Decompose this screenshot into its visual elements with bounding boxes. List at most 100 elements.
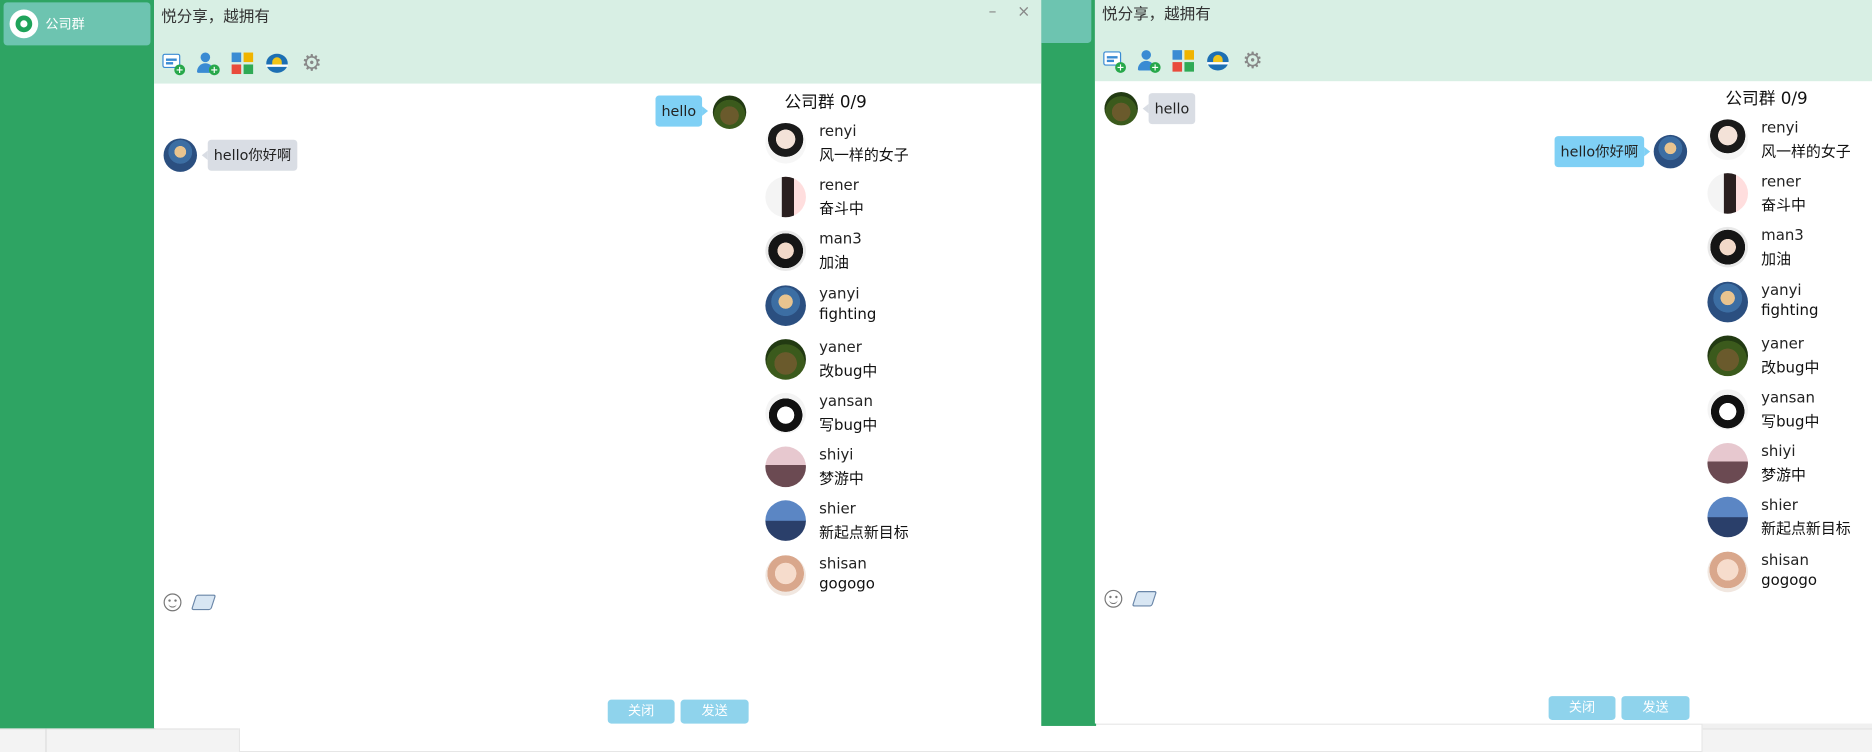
avatar (1707, 551, 1749, 592)
member-signature: 改bug中 (1761, 357, 1820, 376)
member-name: shier (819, 499, 856, 518)
chat-window-right: 悦分享，越拥有 + + ⚙ hello hello你好啊 公司群 0/9 ren… (1094, 0, 1872, 724)
avatar (765, 392, 806, 434)
folder-icon[interactable] (1131, 591, 1158, 607)
avatar (765, 500, 806, 542)
sidebar-item-label: 公司群 (45, 16, 85, 33)
member-signature: 风一样的女子 (1761, 142, 1851, 160)
member-list-item[interactable]: yansan 写bug中 (765, 390, 1004, 438)
member-signature: 梦游中 (819, 469, 864, 488)
member-list-item[interactable]: man3 加油 (1707, 225, 1872, 273)
member-signature: fighting (1761, 300, 1819, 319)
member-signature: 奋斗中 (819, 199, 864, 218)
member-list-item[interactable]: renyi 风一样的女子 (1707, 117, 1872, 165)
background-sidebar-item (1041, 0, 1092, 43)
message-bubble: hello (655, 95, 709, 127)
member-name: yansan (819, 391, 873, 410)
avatar (1104, 91, 1138, 126)
member-name: renyi (819, 121, 857, 140)
folder-icon[interactable] (190, 594, 217, 611)
avatar (1707, 227, 1749, 268)
member-list-item[interactable]: yanyi fighting (1707, 279, 1872, 327)
cap-icon[interactable] (265, 51, 289, 75)
member-list-item[interactable]: shiyi 梦游中 (765, 444, 1004, 492)
desktop: 公司群 悦分享，越拥有 – × + + ⚙ hello hello你好啊 公司群… (0, 0, 1872, 752)
member-signature: gogogo (819, 573, 875, 592)
avatar (1707, 497, 1749, 538)
new-chat-icon[interactable]: + (161, 51, 186, 76)
member-list-item[interactable]: shiyi 梦游中 (1707, 441, 1872, 489)
avatar (163, 138, 198, 172)
message-bubble: hello你好啊 (1554, 136, 1651, 168)
member-signature: 奋斗中 (1761, 196, 1806, 214)
toolbar: + + ⚙ (1102, 49, 1264, 73)
avatar (1707, 173, 1749, 214)
cap-icon[interactable] (1206, 49, 1230, 73)
member-list-item[interactable]: shier 新起点新目标 (1707, 495, 1872, 543)
avatar (1707, 335, 1749, 376)
member-list-title: 公司群 0/9 (784, 93, 867, 113)
member-name: shiyi (819, 445, 854, 464)
member-list-item[interactable]: rener 奋斗中 (765, 175, 1004, 223)
background-sidebar-gap (1041, 0, 1097, 726)
new-chat-icon[interactable]: + (1102, 49, 1126, 73)
avatar (712, 95, 747, 129)
divider (45, 728, 47, 752)
member-list-item[interactable]: shisan gogogo (1707, 549, 1872, 597)
member-signature: 写bug中 (1761, 411, 1820, 430)
close-button[interactable]: 关闭 (607, 699, 675, 724)
member-name: yaner (1761, 334, 1804, 352)
minimize-icon[interactable]: – (989, 4, 997, 22)
member-name: shier (1761, 495, 1798, 514)
member-signature: 新起点新目标 (819, 523, 909, 542)
member-list-item[interactable]: yaner 改bug中 (765, 336, 1004, 384)
add-user-icon[interactable]: + (1137, 49, 1161, 73)
apps-grid-icon[interactable] (1171, 49, 1195, 73)
input-toolbar (163, 593, 217, 612)
avatar (765, 176, 806, 218)
member-name: man3 (819, 229, 862, 248)
group-icon (9, 9, 39, 39)
send-button[interactable]: 发送 (680, 699, 749, 724)
avatar (765, 230, 806, 272)
member-list-item[interactable]: shisan gogogo (765, 552, 1004, 600)
member-list-item[interactable]: rener 奋斗中 (1707, 171, 1872, 219)
window-title: 悦分享，越拥有 (1102, 5, 1211, 24)
emoji-icon[interactable] (1104, 589, 1123, 608)
member-signature: 加油 (1761, 250, 1792, 268)
gear-icon[interactable]: ⚙ (1241, 49, 1265, 73)
send-button[interactable]: 发送 (1621, 696, 1690, 720)
member-name: shiyi (1761, 442, 1796, 460)
avatar (765, 284, 806, 326)
window-header: 悦分享，越拥有 – × + + ⚙ (154, 0, 1042, 84)
member-list-item[interactable]: yanyi fighting (765, 282, 1004, 330)
member-signature: gogogo (1761, 570, 1817, 589)
member-name: yaner (819, 337, 862, 356)
close-icon[interactable]: × (1017, 4, 1030, 22)
member-name: renyi (1761, 118, 1799, 137)
avatar (1707, 281, 1749, 322)
message-bubble: hello (1142, 93, 1196, 125)
avatar (1707, 389, 1749, 430)
member-name: rener (1761, 172, 1801, 191)
gear-icon[interactable]: ⚙ (300, 51, 324, 75)
member-name: yanyi (819, 283, 860, 302)
member-signature: 梦游中 (1761, 465, 1806, 484)
member-list-item[interactable]: man3 加油 (765, 229, 1004, 277)
close-button[interactable]: 关闭 (1548, 696, 1616, 720)
member-list-title: 公司群 0/9 (1725, 89, 1808, 109)
message-bubble: hello你好啊 (201, 139, 298, 171)
member-list-item[interactable]: shier 新起点新目标 (765, 498, 1004, 546)
input-toolbar (1104, 589, 1158, 608)
member-signature: 新起点新目标 (1761, 519, 1851, 538)
member-name: man3 (1761, 226, 1804, 245)
member-list-item[interactable]: renyi 风一样的女子 (765, 121, 1004, 169)
apps-grid-icon[interactable] (230, 51, 254, 75)
member-signature: 风一样的女子 (819, 145, 909, 164)
window-header: 悦分享，越拥有 + + ⚙ (1094, 0, 1872, 82)
add-user-icon[interactable]: + (196, 51, 220, 76)
sidebar-item-company-group[interactable]: 公司群 (3, 2, 151, 46)
member-list-item[interactable]: yansan 写bug中 (1707, 387, 1872, 435)
emoji-icon[interactable] (163, 593, 182, 612)
member-list-item[interactable]: yaner 改bug中 (1707, 333, 1872, 381)
